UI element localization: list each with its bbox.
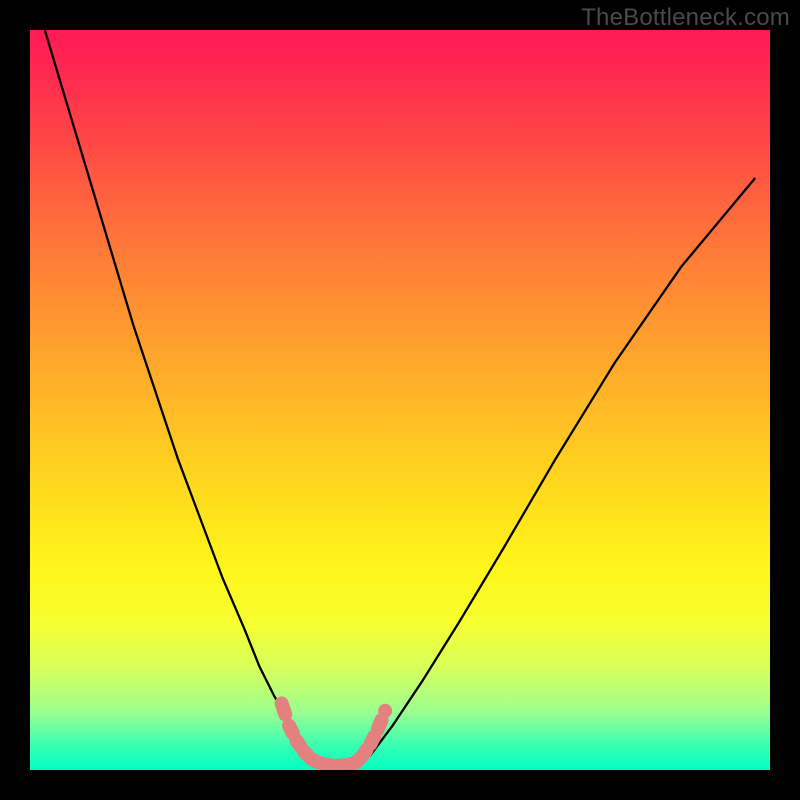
scatter-point	[289, 726, 293, 733]
chart-frame: TheBottleneck.com	[0, 0, 800, 800]
scatter-point	[363, 750, 367, 756]
scatter-point	[296, 740, 300, 746]
scatter-point	[378, 720, 382, 729]
chart-plot-area	[30, 30, 770, 770]
scatter-points	[282, 703, 386, 765]
scatter-point	[370, 737, 374, 744]
watermark-text: TheBottleneck.com	[581, 4, 790, 32]
chart-svg	[30, 30, 770, 770]
scatter-point	[282, 703, 286, 714]
left-curve	[45, 30, 334, 766]
right-curve	[356, 178, 756, 766]
